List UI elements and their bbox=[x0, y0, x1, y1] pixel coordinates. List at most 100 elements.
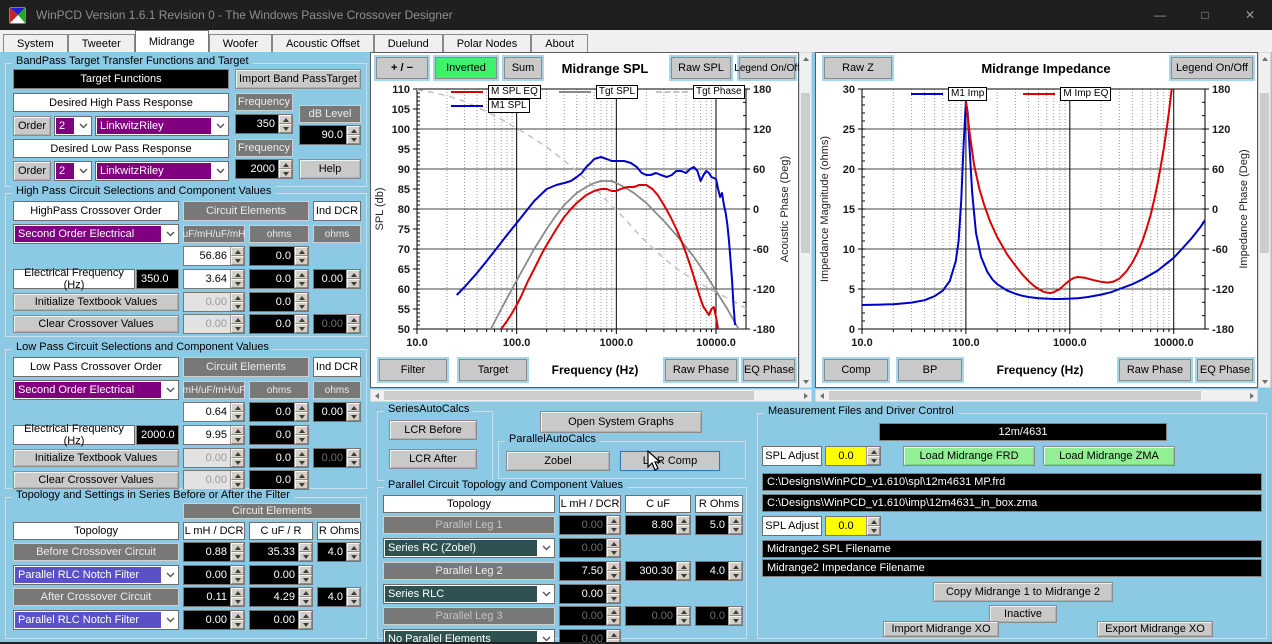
spinner-arrows[interactable] bbox=[728, 562, 742, 580]
scroll-left-arrow[interactable] bbox=[816, 390, 827, 401]
leg2-r-spinner[interactable]: 4.0 bbox=[695, 561, 743, 581]
filter-button[interactable]: Filter bbox=[379, 359, 447, 381]
spinner-arrows[interactable] bbox=[294, 403, 308, 421]
lp-r2-spinner[interactable]: 0.0 bbox=[249, 425, 309, 445]
leg3-topology-combo[interactable]: No Parallel Elements bbox=[383, 629, 555, 644]
hp-crossover-order-combo[interactable]: Second Order Electrical bbox=[13, 224, 179, 244]
leg2-topology-combo[interactable]: Series RLC bbox=[383, 584, 555, 604]
help-button[interactable]: Help bbox=[299, 159, 361, 179]
spinner-arrows[interactable] bbox=[230, 426, 244, 444]
hp-initialize-button[interactable]: Initialize Textbook Values bbox=[13, 293, 179, 311]
spinner-arrows[interactable] bbox=[298, 566, 312, 584]
spinner-arrows[interactable] bbox=[346, 270, 360, 288]
spl-adjust-spinner-2[interactable]: 0.0 bbox=[825, 516, 881, 536]
sum-button[interactable]: Sum bbox=[504, 57, 542, 79]
lp-clear-button[interactable]: Clear Crossover Values bbox=[13, 471, 179, 489]
lp-r1-spinner[interactable]: 0.0 bbox=[249, 402, 309, 422]
spinner-arrows[interactable] bbox=[230, 588, 244, 606]
lp-type-combo[interactable]: LinkwitzRiley bbox=[95, 161, 229, 181]
db-level-spinner[interactable]: 90.0 bbox=[299, 125, 361, 145]
hp-r4-spinner[interactable]: 0.0 bbox=[249, 314, 309, 334]
lp-c1-spinner[interactable]: 0.64 bbox=[183, 402, 245, 422]
hp-r1-spinner[interactable]: 0.0 bbox=[249, 246, 309, 266]
spinner-arrows[interactable] bbox=[294, 449, 308, 467]
imp-eq-phase-button[interactable]: EQ Phase bbox=[1197, 359, 1253, 381]
after-l-spinner[interactable]: 0.11 bbox=[183, 587, 245, 607]
lp-r4-spinner[interactable]: 0.0 bbox=[249, 470, 309, 490]
spinner-arrows[interactable] bbox=[230, 270, 244, 288]
spinner-arrows[interactable] bbox=[606, 585, 620, 603]
imp-horizontal-scrollbar[interactable] bbox=[815, 389, 1258, 402]
comp-button[interactable]: Comp bbox=[824, 359, 888, 381]
scroll-up-arrow[interactable] bbox=[1259, 53, 1270, 64]
lp-order-button[interactable]: Order bbox=[13, 161, 51, 181]
spinner-arrows[interactable] bbox=[294, 426, 308, 444]
spinner-arrows[interactable] bbox=[230, 611, 244, 629]
open-system-graphs-button[interactable]: Open System Graphs bbox=[540, 411, 702, 433]
hp-r2-spinner[interactable]: 0.0 bbox=[249, 269, 309, 289]
spinner-arrows[interactable] bbox=[278, 115, 292, 133]
notch-filter-combo-2[interactable]: Parallel RLC Notch Filter bbox=[13, 610, 179, 630]
spinner-arrows[interactable] bbox=[294, 471, 308, 489]
spinner-arrows[interactable] bbox=[298, 611, 312, 629]
scrollbar-thumb[interactable] bbox=[384, 391, 754, 400]
inactive-button[interactable]: Inactive bbox=[989, 605, 1057, 623]
spinner-arrows[interactable] bbox=[346, 543, 360, 561]
spinner-arrows[interactable] bbox=[298, 588, 312, 606]
spinner-arrows[interactable] bbox=[298, 543, 312, 561]
lp-initialize-button[interactable]: Initialize Textbook Values bbox=[13, 449, 179, 467]
tab-duelund[interactable]: Duelund bbox=[374, 34, 443, 52]
leg2-c-spinner[interactable]: 300.30 bbox=[625, 561, 691, 581]
spl-eq-phase-button[interactable]: EQ Phase bbox=[743, 359, 795, 381]
hp-order-combo[interactable]: 2 bbox=[54, 116, 92, 136]
scroll-down-arrow[interactable] bbox=[1259, 376, 1270, 387]
raw-z-button[interactable]: Raw Z bbox=[824, 57, 892, 79]
after-r-spinner[interactable]: 4.0 bbox=[317, 587, 361, 607]
hp-order-button[interactable]: Order bbox=[13, 116, 51, 136]
scroll-up-arrow[interactable] bbox=[800, 53, 811, 64]
lcr-before-button[interactable]: LCR Before bbox=[389, 420, 477, 440]
zobel-button[interactable]: Zobel bbox=[506, 451, 610, 471]
spinner-arrows[interactable] bbox=[676, 562, 690, 580]
scroll-right-arrow[interactable] bbox=[800, 390, 811, 401]
notch2-l-spinner[interactable]: 0.00 bbox=[183, 610, 245, 630]
spinner-arrows[interactable] bbox=[606, 562, 620, 580]
lp-dcr1-spinner[interactable]: 0.00 bbox=[313, 402, 361, 422]
scrollbar-thumb[interactable] bbox=[1260, 93, 1269, 253]
before-r-spinner[interactable]: 4.0 bbox=[317, 542, 361, 562]
spinner-arrows[interactable] bbox=[294, 315, 308, 333]
hp-dcr1-spinner[interactable]: 0.00 bbox=[313, 269, 361, 289]
spinner-arrows[interactable] bbox=[866, 447, 880, 465]
spl-horizontal-scrollbar[interactable] bbox=[370, 389, 812, 402]
before-c-spinner[interactable]: 35.33 bbox=[249, 542, 313, 562]
spinner-arrows[interactable] bbox=[230, 566, 244, 584]
plus-minus-button[interactable]: + / − bbox=[376, 57, 428, 79]
tab-acoustic-offset[interactable]: Acoustic Offset bbox=[272, 34, 374, 52]
leg1-topology-combo[interactable]: Series RC (Zobel) bbox=[383, 538, 555, 558]
export-midrange-xo-button[interactable]: Export Midrange XO bbox=[1097, 621, 1213, 637]
spinner-arrows[interactable] bbox=[346, 588, 360, 606]
scroll-right-arrow[interactable] bbox=[1246, 390, 1257, 401]
spl-vertical-scrollbar[interactable] bbox=[799, 52, 812, 388]
import-bandpass-target-button[interactable]: Import Band PassTarget bbox=[235, 69, 361, 89]
raw-spl-button[interactable]: Raw SPL bbox=[671, 57, 731, 79]
tab-woofer[interactable]: Woofer bbox=[209, 34, 272, 52]
before-l-spinner[interactable]: 0.88 bbox=[183, 542, 245, 562]
lp-c2-spinner[interactable]: 9.95 bbox=[183, 425, 245, 445]
spinner-arrows[interactable] bbox=[676, 516, 690, 534]
notch-filter-combo-1[interactable]: Parallel RLC Notch Filter bbox=[13, 565, 179, 585]
spinner-arrows[interactable] bbox=[728, 516, 742, 534]
scrollbar-thumb[interactable] bbox=[801, 93, 810, 253]
leg1-r-spinner[interactable]: 5.0 bbox=[695, 515, 743, 535]
hp-c1-spinner[interactable]: 56.86 bbox=[183, 246, 245, 266]
spinner-arrows[interactable] bbox=[230, 543, 244, 561]
leg1-c-spinner[interactable]: 8.80 bbox=[625, 515, 691, 535]
tab-tweeter[interactable]: Tweeter bbox=[68, 34, 135, 52]
hp-r3-spinner[interactable]: 0.0 bbox=[249, 292, 309, 312]
imp-legend-button[interactable]: Legend On/Off bbox=[1171, 57, 1253, 79]
spinner-arrows[interactable] bbox=[294, 270, 308, 288]
scrollbar-thumb[interactable] bbox=[829, 391, 1201, 400]
lp-r3-spinner[interactable]: 0.0 bbox=[249, 448, 309, 468]
minimize-button[interactable]: — bbox=[1138, 0, 1182, 30]
spinner-arrows[interactable] bbox=[278, 160, 292, 178]
